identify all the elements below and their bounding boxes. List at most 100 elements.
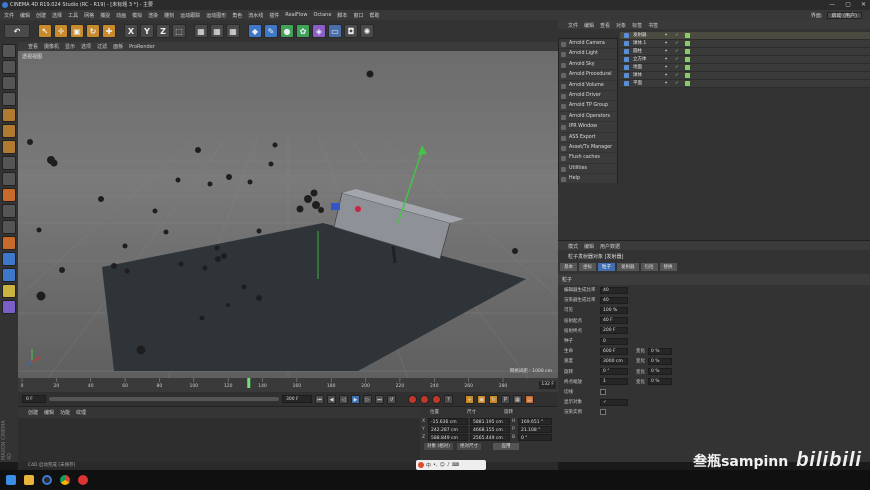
plugin-menu-item-arnold-volume[interactable]: Arnold Volume [559,81,617,91]
tweak-mode-icon[interactable] [2,172,16,186]
plugin-menu-item-help[interactable]: Help [559,174,617,185]
tag-icon[interactable] [685,57,690,62]
param-key-icon[interactable]: P [501,394,510,404]
playhead[interactable] [247,378,251,388]
axis-mode-icon[interactable] [2,156,16,170]
enabled-check-icon[interactable]: ✓ [675,40,681,48]
enabled-check-icon[interactable]: ✓ [675,72,681,80]
menu-item-11[interactable]: 运动跟踪 [180,12,200,19]
next-frame-icon[interactable]: ▷ [363,394,372,404]
3d-viewport[interactable]: 透视视图 网格间距 : 1000 cm [18,51,558,378]
om-menu-item-5[interactable]: 书签 [648,22,658,29]
end-frame-field[interactable]: 300 F [282,395,312,403]
rotation-key-icon[interactable]: ↻ [489,394,498,404]
rotation-h-field[interactable]: 169.651 ° [518,418,552,425]
menu-item-4[interactable]: 工具 [68,12,78,19]
tag-icon[interactable] [685,65,690,70]
coord-mode-dropdown[interactable]: 对象 (相对) [424,443,453,450]
plugin-menu-item-asset-tx-manager[interactable]: Asset/Tx Manager [559,143,617,154]
attribute-value-field[interactable]: 200 F [600,327,628,335]
size-y-field[interactable]: 4668.155 cm [470,426,510,433]
timeline-window-icon[interactable]: ▤ [525,394,534,404]
goto-end-icon[interactable]: ⏭ [375,394,384,404]
attribute-menu-item-2[interactable]: 用户数据 [600,243,620,250]
visibility-icon[interactable]: ⦁ [665,32,671,40]
emoji-icon[interactable]: ☺ [440,462,445,468]
attribute-value-field[interactable]: 40 [600,286,628,294]
select-tool-icon[interactable]: ↖ [38,24,52,38]
plugin-menu-item-utilities[interactable]: Utilities [559,164,617,175]
viewport-menu-item-4[interactable]: 过滤 [97,43,107,50]
om-menu-item-1[interactable]: 编辑 [584,22,594,29]
autokey-icon[interactable] [420,394,429,404]
rotation-p-field[interactable]: 21.108 ° [518,426,552,433]
tab-0[interactable]: 基本 [560,263,577,271]
size-z-field[interactable]: 2565.449 cm [470,434,510,441]
windows-start-icon[interactable] [6,475,16,485]
z-axis-lock-icon[interactable]: Z [156,24,170,38]
om-menu-item-3[interactable]: 对象 [616,22,626,29]
position-z-field[interactable]: 588.849 cm [428,434,468,441]
plugin-menu-item-arnold-sky[interactable]: Arnold Sky [559,60,617,71]
current-frame-field[interactable]: 132 F [539,381,556,389]
deformer-icon[interactable]: ◈ [312,24,326,38]
tag-icon[interactable] [685,73,690,78]
floor-plane[interactable] [102,223,526,371]
recent-tool-icon[interactable]: ✚ [102,24,116,38]
rotate-tool-icon[interactable]: ↻ [86,24,100,38]
render-settings-icon[interactable]: ▦ [226,24,240,38]
plugin-menu-item-arnold-procedural[interactable]: Arnold Procedural [559,70,617,81]
y-axis-lock-icon[interactable]: Y [140,24,154,38]
attribute-value-field[interactable]: 100 % [600,306,628,314]
viewport-menu-item-2[interactable]: 显示 [65,43,75,50]
render-view-icon[interactable]: ▦ [194,24,208,38]
layout-dropdown[interactable]: 启动 (用户) [826,11,862,19]
scale-key-icon[interactable]: ▣ [477,394,486,404]
attribute-variation-field[interactable]: 0 % [648,357,672,365]
om-menu-item-0[interactable]: 文件 [568,22,578,29]
tab-3[interactable]: 发射器 [617,263,639,271]
enabled-check-icon[interactable]: ✓ [675,56,681,64]
menu-item-5[interactable]: 网格 [84,12,94,19]
apply-button[interactable]: 应用 [492,443,519,450]
menu-item-8[interactable]: 模拟 [132,12,142,19]
sogou-icon[interactable] [418,462,424,468]
size-x-field[interactable]: 5881.195 cm [470,418,510,425]
goto-start-icon[interactable]: ⏮ [315,394,324,404]
plugin-menu-item-arnold-tp-group[interactable]: Arnold TP Group [559,101,617,112]
tag-icon[interactable] [685,33,690,38]
attribute-menu-item-0[interactable]: 模式 [568,243,578,250]
preview-range-slider[interactable] [49,397,279,401]
menu-item-6[interactable]: 捕捉 [100,12,110,19]
enabled-check-icon[interactable]: ✓ [675,64,681,72]
viewport-menu-item-3[interactable]: 选项 [81,43,91,50]
visibility-icon[interactable]: ⦁ [665,40,671,48]
attribute-checkbox[interactable] [600,388,606,395]
x-axis-lock-icon[interactable]: X [124,24,138,38]
tab-4[interactable]: 包括 [640,263,658,271]
visibility-icon[interactable]: ⦁ [665,56,671,64]
record-active-icon[interactable] [408,394,417,404]
solo-icon[interactable] [2,236,16,250]
keyboard-icon[interactable]: ⌨ [452,462,459,468]
viewport-menu-item-1[interactable]: 摄像机 [44,43,59,50]
plugin-menu-item-arnold-light[interactable]: Arnold Light [559,49,617,60]
plugin-menu-item-ipr-window[interactable]: IPR Window [559,122,617,133]
menu-item-13[interactable]: 角色 [232,12,242,19]
close-button[interactable]: ✕ [861,0,866,10]
model-mode-icon[interactable] [2,60,16,74]
camera-icon[interactable]: ◘ [344,24,358,38]
recorder-icon[interactable] [78,475,88,485]
pla-key-icon[interactable]: ▦ [513,394,522,404]
rotation-b-field[interactable]: 0 ° [518,434,552,441]
grid-icon[interactable] [2,252,16,266]
material-menu-item-0[interactable]: 创建 [28,409,38,416]
edges-mode-icon[interactable] [2,124,16,138]
magnet-icon[interactable] [2,204,16,218]
position-key-icon[interactable]: ✛ [465,394,474,404]
tag-icon[interactable] [685,81,690,86]
workplane-mode-icon[interactable] [2,92,16,106]
attribute-value-field[interactable]: 0 ° [600,368,628,376]
tab-5[interactable]: 替换 [659,263,677,271]
attribute-value-field[interactable]: 600 F [600,347,628,355]
